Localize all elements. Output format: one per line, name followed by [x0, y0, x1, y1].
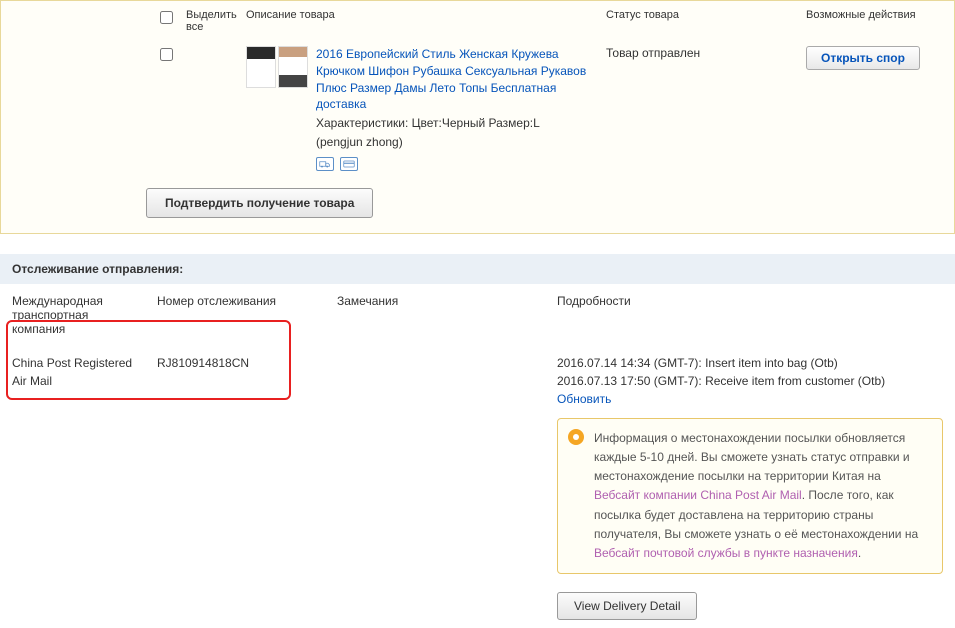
- truck-icon[interactable]: [316, 157, 334, 171]
- tracking-table: Международная транспортная компания Номе…: [0, 284, 955, 628]
- order-table: Выделить все Описание товара Статус това…: [1, 1, 954, 176]
- carrier-value: China Post Registered Air Mail: [0, 346, 145, 628]
- info-text-3: .: [858, 546, 861, 560]
- order-table-header: Выделить все Описание товара Статус това…: [1, 1, 954, 41]
- details-cell: 2016.07.14 14:34 (GMT-7): Insert item in…: [545, 346, 955, 628]
- header-actions: Возможные действия: [806, 9, 955, 33]
- product-title-link[interactable]: 2016 Европейский Стиль Женская Кружева К…: [316, 47, 586, 111]
- lightbulb-icon: [568, 429, 584, 445]
- confirm-receipt-button[interactable]: Подтвердить получение товара: [146, 188, 373, 218]
- item-checkbox[interactable]: [160, 48, 173, 61]
- card-icon[interactable]: [340, 157, 358, 171]
- view-delivery-detail-button[interactable]: View Delivery Detail: [557, 592, 697, 620]
- th-carrier: Международная транспортная компания: [0, 284, 145, 346]
- update-link[interactable]: Обновить: [557, 392, 611, 406]
- tracking-number-value: RJ810914818CN: [145, 346, 325, 628]
- tracking-event: 2016.07.14 14:34 (GMT-7): Insert item in…: [557, 354, 943, 372]
- tracking-title: Отслеживание отправления:: [0, 254, 955, 284]
- product-thumb-2[interactable]: [278, 46, 308, 88]
- china-post-link[interactable]: Вебсайт компании China Post Air Mail: [594, 488, 802, 502]
- tracking-info-box: Информация о местонахождении посылки обн…: [557, 418, 943, 574]
- product-thumb-1[interactable]: [246, 46, 276, 88]
- product-seller: (pengjun zhong): [316, 134, 596, 151]
- th-details: Подробности: [545, 284, 955, 346]
- select-all-checkbox[interactable]: [160, 11, 173, 24]
- order-section: Выделить все Описание товара Статус това…: [0, 0, 955, 234]
- item-status: Товар отправлен: [606, 46, 806, 171]
- header-select-all: Выделить все: [186, 9, 246, 33]
- destination-post-link[interactable]: Вебсайт почтовой службы в пункте назначе…: [594, 546, 858, 560]
- th-tracking-number: Номер отслеживания: [145, 284, 325, 346]
- tracking-section: Отслеживание отправления: Международная …: [0, 254, 955, 628]
- order-item-row: 2016 Европейский Стиль Женская Кружева К…: [1, 41, 954, 176]
- open-dispute-button[interactable]: Открыть спор: [806, 46, 920, 70]
- th-remarks: Замечания: [325, 284, 545, 346]
- product-characteristics: Характеристики: Цвет:Черный Размер:L: [316, 115, 596, 132]
- product-thumbnails: [246, 46, 316, 171]
- tracking-row: China Post Registered Air Mail RJ8109148…: [0, 346, 955, 628]
- header-description: Описание товара: [246, 9, 606, 33]
- header-status: Статус товара: [606, 9, 806, 33]
- tracking-event: 2016.07.13 17:50 (GMT-7): Receive item f…: [557, 372, 943, 390]
- info-text-1: Информация о местонахождении посылки обн…: [594, 431, 910, 483]
- remarks-value: [325, 346, 545, 628]
